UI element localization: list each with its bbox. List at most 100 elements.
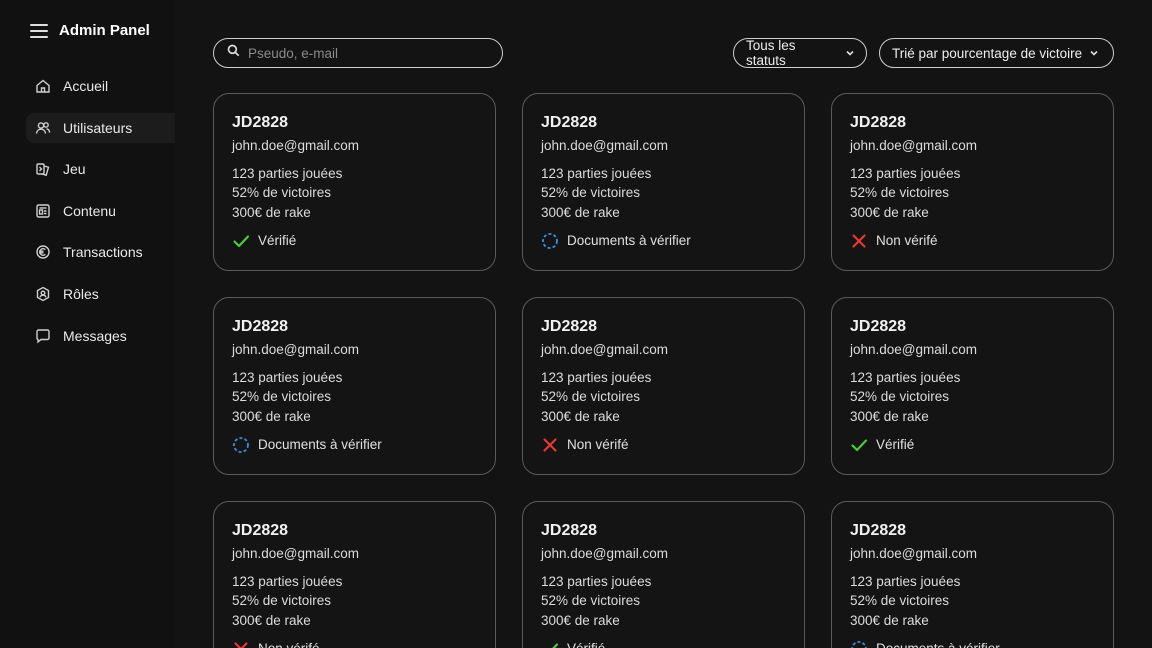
user-card[interactable]: JD2828 john.doe@gmail.com 123 parties joué…: [831, 93, 1114, 271]
status-label: Vérifié: [876, 437, 915, 453]
verification-status: Vérifié: [850, 436, 1095, 454]
user-pseudo: JD2828: [232, 114, 289, 131]
chevron-down-icon: [846, 49, 854, 57]
games-played: 123 parties jouées: [541, 574, 652, 589]
hamburger-menu-icon[interactable]: [30, 23, 48, 38]
user-pseudo: JD2828: [541, 114, 598, 131]
win-rate: 52% de victoires: [232, 185, 332, 201]
rake-amount: 300€ de rake: [232, 408, 311, 424]
sidebar-item-label: Messages: [63, 327, 127, 344]
user-card[interactable]: JD2828 john.doe@gmail.com 123 parties joué…: [213, 297, 496, 475]
user-card[interactable]: JD2828 john.doe@gmail.com 123 parties joué…: [213, 501, 496, 648]
user-email: john.doe@gmail.com: [232, 546, 360, 561]
content-icon: [35, 203, 51, 219]
games-played: 123 parties jouées: [232, 166, 343, 181]
check-icon: [850, 436, 868, 454]
status-label: Non vérifé: [258, 641, 320, 648]
sidebar-item-transactions[interactable]: Transactions: [26, 237, 175, 267]
rake-amount: 300€ de rake: [850, 612, 929, 628]
sidebar-item-messages[interactable]: Messages: [26, 321, 175, 351]
user-stats: 123 parties jouées 52% de victoires 300€ d…: [850, 164, 1095, 222]
sidebar-nav: Accueil Utilisateurs Jeu Contenu Transac…: [26, 71, 175, 362]
rake-amount: 300€ de rake: [541, 408, 620, 424]
user-email: john.doe@gmail.com: [850, 546, 978, 561]
user-pseudo: JD2828: [232, 522, 289, 539]
win-rate: 52% de victoires: [850, 593, 950, 609]
user-card[interactable]: JD2828 john.doe@gmail.com 123 parties joué…: [831, 297, 1114, 475]
search-bar[interactable]: [213, 38, 503, 68]
game-icon: [35, 161, 51, 177]
games-played: 123 parties jouées: [541, 166, 652, 181]
user-stats: 123 parties jouées 52% de victoires 300€ d…: [232, 368, 477, 426]
verification-status: Vérifié: [232, 232, 477, 250]
user-stats: 123 parties jouées 52% de victoires 300€ d…: [850, 572, 1095, 630]
rake-amount: 300€ de rake: [850, 204, 929, 220]
cross-icon: [232, 640, 250, 648]
user-card[interactable]: JD2828 john.doe@gmail.com 123 parties joué…: [831, 501, 1114, 648]
sidebar-item-roles[interactable]: Rôles: [26, 279, 175, 309]
user-pseudo: JD2828: [541, 318, 598, 335]
user-pseudo: JD2828: [850, 522, 907, 539]
user-card[interactable]: JD2828 john.doe@gmail.com 123 parties joué…: [522, 297, 805, 475]
user-card[interactable]: JD2828 john.doe@gmail.com 123 parties joué…: [213, 93, 496, 271]
user-email: john.doe@gmail.com: [232, 138, 360, 153]
sort-dropdown[interactable]: Trié par pourcentage de victoire: [879, 38, 1114, 68]
user-email: john.doe@gmail.com: [541, 546, 669, 561]
games-played: 123 parties jouées: [541, 370, 652, 385]
cross-icon: [850, 232, 868, 250]
user-pseudo: JD2828: [541, 522, 598, 539]
sort-label: Trié par pourcentage de victoire: [892, 45, 1083, 61]
app-title: Admin Panel: [59, 22, 150, 39]
games-played: 123 parties jouées: [850, 166, 961, 181]
status-filter-dropdown[interactable]: Tous les statuts: [733, 38, 867, 68]
user-stats: 123 parties jouées 52% de victoires 300€ d…: [541, 572, 786, 630]
status-label: Documents à vérifier: [567, 233, 691, 249]
sidebar-item-contenu[interactable]: Contenu: [26, 196, 175, 226]
home-icon: [35, 78, 51, 94]
sidebar-item-jeu[interactable]: Jeu: [26, 154, 175, 184]
chevron-down-icon: [1090, 49, 1098, 57]
pending-spinner-icon: [850, 640, 868, 648]
win-rate: 52% de victoires: [541, 593, 641, 609]
win-rate: 52% de victoires: [541, 185, 641, 201]
verification-status: Non vérifé: [850, 232, 1095, 250]
sidebar-item-utilisateurs[interactable]: Utilisateurs: [26, 112, 175, 143]
sidebar-item-label: Transactions: [63, 244, 143, 261]
user-stats: 123 parties jouées 52% de victoires 300€ d…: [541, 368, 786, 426]
win-rate: 52% de victoires: [541, 389, 641, 405]
user-email: john.doe@gmail.com: [541, 138, 669, 153]
status-label: Vérifié: [567, 641, 605, 648]
pending-spinner-icon: [541, 232, 559, 250]
user-email: john.doe@gmail.com: [541, 342, 669, 357]
sidebar-item-accueil[interactable]: Accueil: [26, 71, 175, 101]
user-card[interactable]: JD2828 john.doe@gmail.com 123 parties joué…: [522, 93, 805, 271]
verification-status: Vérifié: [541, 640, 786, 648]
user-card[interactable]: JD2828 john.doe@gmail.com 123 parties joué…: [522, 501, 805, 648]
sidebar-item-label: Utilisateurs: [63, 119, 133, 136]
rake-amount: 300€ de rake: [541, 204, 620, 220]
brand: Admin Panel: [30, 22, 150, 39]
user-email: john.doe@gmail.com: [850, 342, 978, 357]
check-icon: [541, 640, 559, 648]
user-stats: 123 parties jouées 52% de victoires 300€ d…: [850, 368, 1095, 426]
rake-amount: 300€ de rake: [541, 612, 620, 628]
status-label: Non vérifé: [567, 437, 629, 453]
user-stats: 123 parties jouées 52% de victoires 300€ d…: [541, 164, 786, 222]
search-input[interactable]: [248, 45, 488, 61]
cross-icon: [541, 436, 559, 454]
rake-amount: 300€ de rake: [232, 612, 311, 628]
games-played: 123 parties jouées: [232, 370, 343, 385]
user-email: john.doe@gmail.com: [232, 342, 360, 357]
user-pseudo: JD2828: [850, 318, 907, 335]
games-played: 123 parties jouées: [850, 370, 961, 385]
win-rate: 52% de victoires: [232, 389, 332, 405]
user-email: john.doe@gmail.com: [850, 138, 978, 153]
sidebar-item-label: Jeu: [63, 161, 86, 178]
status-label: Non vérifé: [876, 233, 938, 249]
main-content: Tous les statuts Trié par pourcentage de…: [175, 0, 1152, 648]
user-pseudo: JD2828: [850, 114, 907, 131]
status-filter-label: Tous les statuts: [746, 38, 796, 68]
sidebar-item-label: Contenu: [63, 202, 116, 219]
sidebar: Admin Panel Accueil Utilisateurs Jeu Con…: [0, 0, 175, 648]
verification-status: Documents à vérifier: [541, 232, 786, 250]
